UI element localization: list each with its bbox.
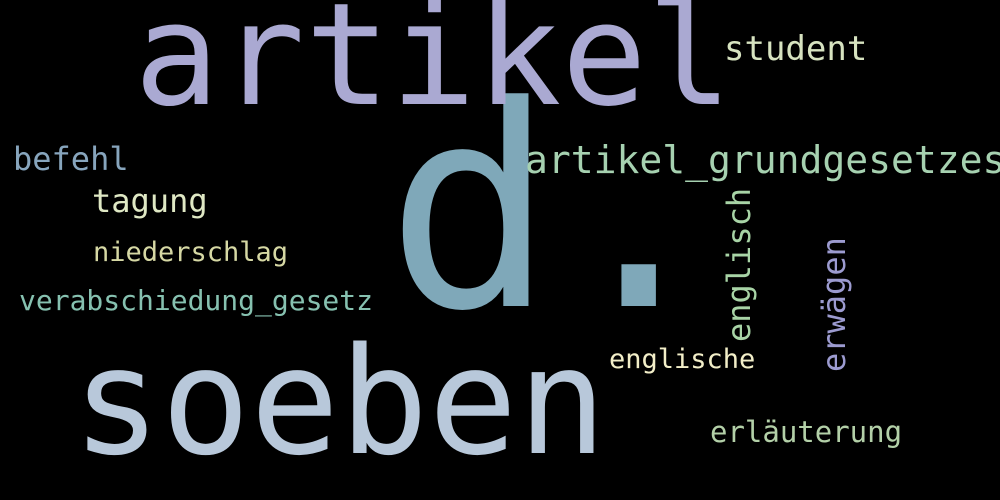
word-befehl: befehl [13, 140, 129, 178]
word-tagung: tagung [92, 182, 208, 220]
word-erwaegen: erwägen [815, 237, 853, 372]
word-englische: englische [609, 344, 756, 375]
word-cloud: d. artikel soeben student artikel_grundg… [0, 0, 1000, 500]
word-erlaeuterung: erläuterung [710, 415, 903, 449]
word-niederschlag: niederschlag [93, 237, 289, 268]
word-soeben: soeben [72, 316, 607, 488]
word-verabschiedung-gesetz: verabschiedung_gesetz [19, 284, 374, 317]
word-artikel: artikel [134, 0, 733, 138]
word-englisch: englisch [720, 187, 758, 342]
word-student: student [724, 29, 868, 69]
word-artikel-grundgesetzes: artikel_grundgesetzes [525, 138, 1000, 182]
